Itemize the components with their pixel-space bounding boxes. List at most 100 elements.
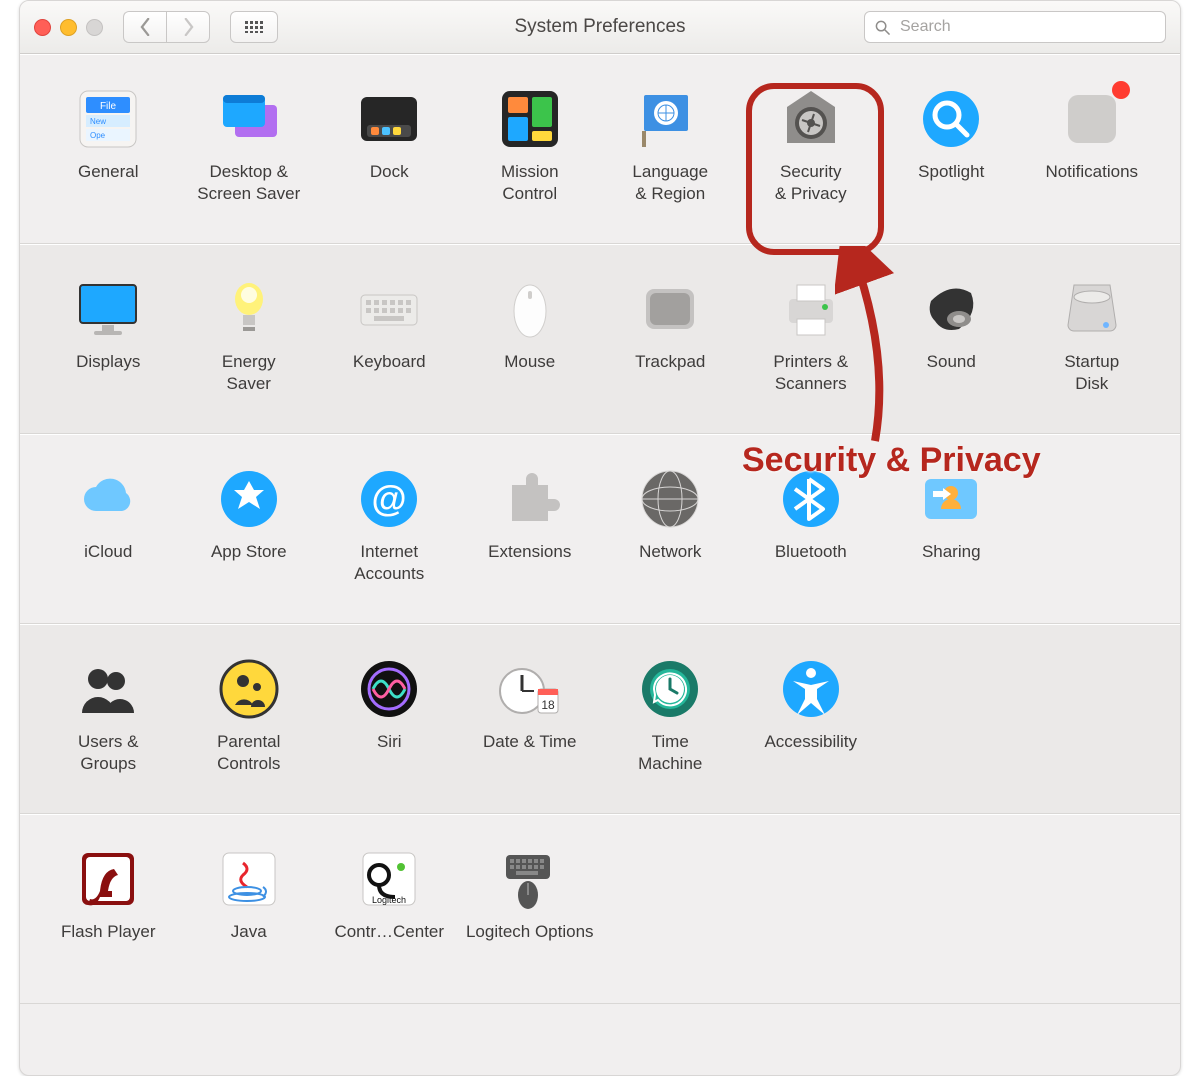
pref-security-privacy[interactable]: Security & Privacy	[743, 83, 880, 223]
pref-keyboard[interactable]: Keyboard	[321, 273, 458, 413]
accessibility-icon	[775, 653, 847, 725]
search-input[interactable]	[898, 17, 1155, 37]
pref-internet-accounts[interactable]: Internet Accounts	[321, 463, 458, 603]
extensions-icon	[494, 463, 566, 535]
system-preferences-window: System Preferences General Desktop & Scre…	[19, 0, 1181, 1076]
pref-label: Java	[231, 921, 267, 943]
pref-displays[interactable]: Displays	[40, 273, 177, 413]
pref-label: Mouse	[504, 351, 555, 373]
pref-app-store[interactable]: App Store	[181, 463, 318, 603]
pref-parental-controls[interactable]: Parental Controls	[181, 653, 318, 793]
zoom-window-button[interactable]	[86, 19, 103, 36]
logitech-options-icon	[494, 843, 566, 915]
pref-extensions[interactable]: Extensions	[462, 463, 599, 603]
general-icon	[72, 83, 144, 155]
pref-bluetooth[interactable]: Bluetooth	[743, 463, 880, 603]
close-window-button[interactable]	[34, 19, 51, 36]
titlebar: System Preferences	[20, 1, 1180, 54]
pref-energy-saver[interactable]: Energy Saver	[181, 273, 318, 413]
pref-icloud[interactable]: iCloud	[40, 463, 177, 603]
mission-control-icon	[494, 83, 566, 155]
bluetooth-icon	[775, 463, 847, 535]
pref-mouse[interactable]: Mouse	[462, 273, 599, 413]
siri-icon	[353, 653, 425, 725]
dock-icon	[353, 83, 425, 155]
window-controls	[34, 19, 103, 36]
network-icon	[634, 463, 706, 535]
pref-label: Network	[639, 541, 701, 563]
pref-network[interactable]: Network	[602, 463, 739, 603]
pref-logitech-options[interactable]: Logitech Options	[462, 843, 599, 983]
pref-label: Contr…Center	[334, 921, 444, 943]
java-icon	[213, 843, 285, 915]
pref-label: Desktop & Screen Saver	[197, 161, 300, 205]
nav-buttons	[123, 11, 210, 43]
pref-label: General	[78, 161, 138, 183]
pref-logitech-control[interactable]: Contr…Center	[321, 843, 458, 983]
pref-row: Flash Player Java Contr…Center Logitech Opt…	[20, 814, 1180, 1004]
pref-notifications[interactable]: Notifications	[1024, 83, 1161, 223]
pref-printers[interactable]: Printers & Scanners	[743, 273, 880, 413]
displays-icon	[72, 273, 144, 345]
pref-accessibility[interactable]: Accessibility	[743, 653, 880, 793]
pref-label: Keyboard	[353, 351, 426, 373]
pref-time-machine[interactable]: Time Machine	[602, 653, 739, 793]
pref-label: iCloud	[84, 541, 132, 563]
forward-button[interactable]	[166, 11, 210, 43]
pref-siri[interactable]: Siri	[321, 653, 458, 793]
internet-accounts-icon	[353, 463, 425, 535]
pref-row: General Desktop & Screen Saver Dock Mission…	[20, 54, 1180, 244]
pref-language-region[interactable]: Language & Region	[602, 83, 739, 223]
pref-label: Dock	[370, 161, 409, 183]
pref-label: Trackpad	[635, 351, 705, 373]
keyboard-icon	[353, 273, 425, 345]
pref-label: Parental Controls	[217, 731, 280, 775]
sound-icon	[915, 273, 987, 345]
trackpad-icon	[634, 273, 706, 345]
minimize-window-button[interactable]	[60, 19, 77, 36]
show-all-button[interactable]	[230, 11, 278, 43]
pref-label: Users & Groups	[78, 731, 138, 775]
language-region-icon	[634, 83, 706, 155]
mouse-icon	[494, 273, 566, 345]
pref-label: Displays	[76, 351, 140, 373]
pref-general[interactable]: General	[40, 83, 177, 223]
pref-label: Bluetooth	[775, 541, 847, 563]
pref-label: Internet Accounts	[354, 541, 424, 585]
pref-label: Security & Privacy	[775, 161, 847, 205]
pref-label: Notifications	[1045, 161, 1138, 183]
pref-trackpad[interactable]: Trackpad	[602, 273, 739, 413]
pref-date-time[interactable]: Date & Time	[462, 653, 599, 793]
back-button[interactable]	[123, 11, 166, 43]
notifications-icon	[1056, 83, 1128, 155]
pref-mission-control[interactable]: Mission Control	[462, 83, 599, 223]
pref-row: Displays Energy Saver Keyboard Mouse Trackpa…	[20, 244, 1180, 434]
logitech-control-icon	[353, 843, 425, 915]
pref-dock[interactable]: Dock	[321, 83, 458, 223]
search-icon	[875, 20, 890, 35]
app-store-icon	[213, 463, 285, 535]
pref-users-groups[interactable]: Users & Groups	[40, 653, 177, 793]
spotlight-icon	[915, 83, 987, 155]
pref-sharing[interactable]: Sharing	[883, 463, 1020, 603]
pref-label: Sharing	[922, 541, 981, 563]
parental-controls-icon	[213, 653, 285, 725]
time-machine-icon	[634, 653, 706, 725]
energy-saver-icon	[213, 273, 285, 345]
pref-flash-player[interactable]: Flash Player	[40, 843, 177, 983]
pref-label: App Store	[211, 541, 287, 563]
security-privacy-icon	[775, 83, 847, 155]
pref-startup-disk[interactable]: Startup Disk	[1024, 273, 1161, 413]
pref-label: Sound	[927, 351, 976, 373]
search-field[interactable]	[864, 11, 1166, 43]
pref-spotlight[interactable]: Spotlight	[883, 83, 1020, 223]
pref-label: Date & Time	[483, 731, 577, 753]
pref-desktop[interactable]: Desktop & Screen Saver	[181, 83, 318, 223]
pref-sound[interactable]: Sound	[883, 273, 1020, 413]
users-groups-icon	[72, 653, 144, 725]
preference-panes: General Desktop & Screen Saver Dock Mission…	[20, 54, 1180, 1004]
pref-java[interactable]: Java	[181, 843, 318, 983]
date-time-icon	[494, 653, 566, 725]
pref-label: Logitech Options	[466, 921, 594, 943]
pref-row: iCloud App Store Internet Accounts Extensio…	[20, 434, 1180, 624]
